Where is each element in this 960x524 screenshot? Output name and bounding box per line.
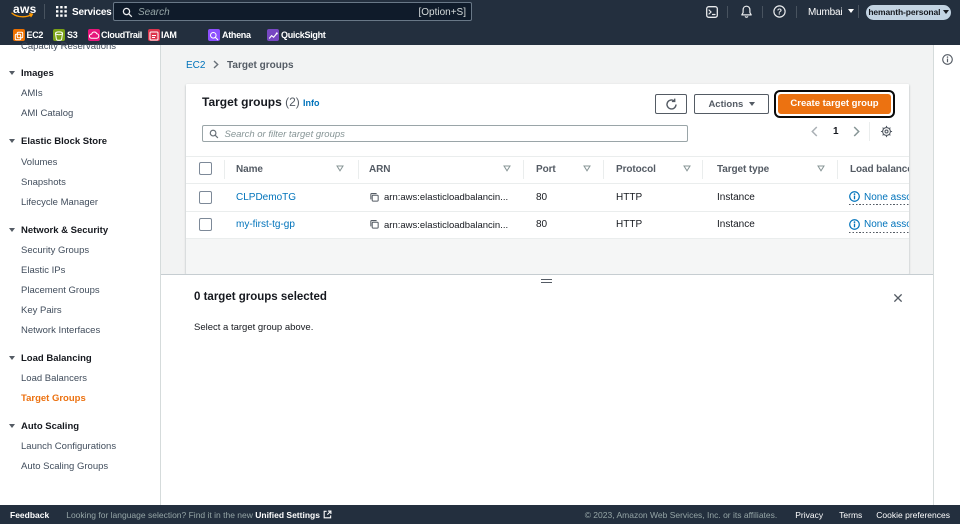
svg-text:?: ?	[777, 6, 782, 16]
